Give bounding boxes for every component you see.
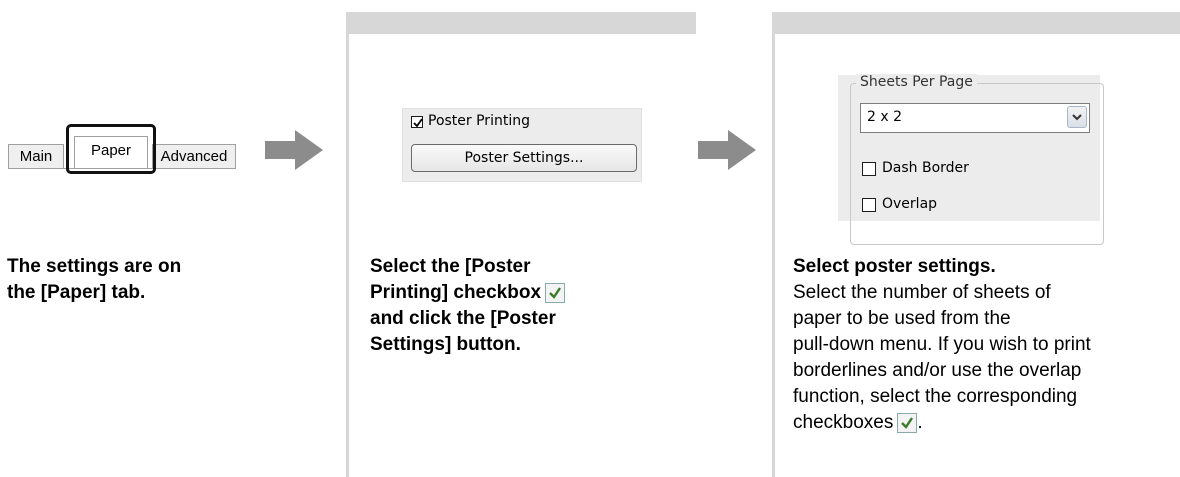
panel2-left-border [346, 12, 349, 477]
right-arrow-icon [265, 130, 323, 170]
caption-line: Select the [Poster [370, 256, 531, 277]
chevron-down-icon [1072, 114, 1082, 121]
checkbox-checked-icon [897, 412, 918, 433]
checkmark-icon [413, 118, 423, 128]
caption-line: borderlines and/or use the overlap [793, 360, 1082, 381]
caption-line: and click the [Poster [370, 308, 556, 329]
checkmark-icon [901, 417, 914, 429]
panel2-header-bar [346, 12, 696, 34]
paper-tab-highlight [66, 124, 156, 174]
overlap-label: Overlap [882, 196, 938, 212]
step3-caption: Select poster settings. Select the numbe… [793, 254, 1091, 436]
poster-settings-button[interactable]: Poster Settings... [411, 144, 637, 172]
caption-line: pull-down menu. If you wish to print [793, 334, 1091, 355]
panel3-header-bar [772, 12, 1180, 34]
dash-border-checkbox[interactable] [862, 162, 876, 176]
poster-printing-checkbox[interactable] [411, 116, 423, 128]
caption-title: Select poster settings. [793, 256, 996, 277]
panel3-left-border [772, 12, 775, 477]
step1-caption: The settings are on the [Paper] tab. [7, 254, 181, 306]
right-arrow-icon [698, 130, 756, 170]
dash-border-label: Dash Border [882, 160, 969, 176]
caption-end: . [917, 412, 923, 433]
checkbox-checked-icon [545, 282, 566, 303]
poster-printing-label: Poster Printing [428, 113, 530, 129]
caption-line: checkboxes [793, 412, 894, 433]
caption-line: Select the number of sheets of [793, 282, 1051, 303]
sheets-per-page-select[interactable]: 2 x 2 [860, 103, 1090, 133]
tab-main[interactable]: Main [8, 144, 64, 169]
caption-line: Settings] button. [370, 334, 521, 355]
caption-line: Printing] checkbox [370, 282, 542, 303]
caption-line: paper to be used from the [793, 308, 1011, 329]
checkmark-icon [549, 287, 562, 299]
overlap-checkbox[interactable] [862, 198, 876, 212]
dropdown-button[interactable] [1067, 106, 1087, 128]
select-value: 2 x 2 [867, 109, 902, 125]
tab-advanced[interactable]: Advanced [152, 144, 236, 169]
caption-line: The settings are on [7, 256, 182, 277]
caption-line: function, select the corresponding [793, 386, 1078, 407]
sheets-per-page-title: Sheets Per Page [856, 74, 977, 90]
caption-line: the [Paper] tab. [7, 282, 146, 303]
step2-caption: Select the [Poster Printing] checkbox an… [370, 254, 566, 358]
